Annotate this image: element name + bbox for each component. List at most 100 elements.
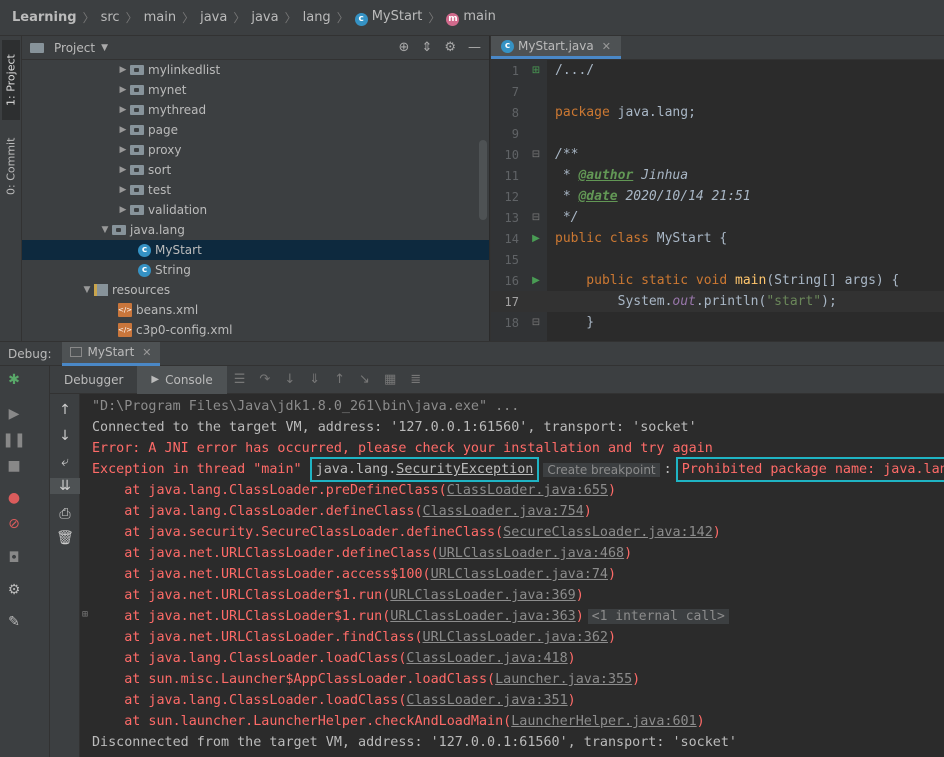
source-link[interactable]: ClassLoader.java:655 xyxy=(447,483,608,498)
run-to-cursor-icon[interactable]: ↘ xyxy=(359,372,370,387)
trace-text: at java.lang.ClassLoader.loadClass( xyxy=(92,651,407,666)
step-into-icon[interactable]: ↓ xyxy=(284,372,295,387)
breakpoints-icon[interactable]: ● xyxy=(0,490,28,506)
source-link[interactable]: ClassLoader.java:351 xyxy=(406,693,567,708)
gear-icon[interactable]: ⚙ xyxy=(0,582,28,598)
tree-item-proxy[interactable]: ▶ proxy xyxy=(22,140,489,160)
tree-item-mylinkedlist[interactable]: ▶ mylinkedlist xyxy=(22,60,489,80)
fold-icon[interactable]: ⊞ xyxy=(525,65,547,76)
source-link[interactable]: ClassLoader.java:754 xyxy=(423,504,584,519)
tree-item-c3p0-config-xml[interactable]: </> c3p0-config.xml xyxy=(22,320,489,340)
debug-tab-mystart[interactable]: MyStart ✕ xyxy=(61,341,160,366)
trash-icon[interactable]: 🗑 xyxy=(50,530,80,546)
scroll-to-end-icon[interactable]: ⇊ xyxy=(50,478,80,494)
source-link[interactable]: URLClassLoader.java:74 xyxy=(431,567,608,582)
chevron-right-icon[interactable]: ▶ xyxy=(116,205,130,215)
stop-icon[interactable]: ■ xyxy=(0,458,28,474)
mute-breakpoints-icon[interactable]: ⊘ xyxy=(0,516,28,532)
breadcrumb-java[interactable]: java xyxy=(200,10,227,25)
source-link[interactable]: ClassLoader.java:418 xyxy=(406,651,567,666)
arrow-up-icon[interactable]: ↑ xyxy=(50,402,80,418)
source-link[interactable]: Launcher.java:355 xyxy=(495,672,632,687)
fold-icon[interactable]: ⊟ xyxy=(525,149,547,160)
minimize-icon[interactable]: — xyxy=(468,40,481,55)
locate-icon[interactable]: ⊕ xyxy=(399,40,410,55)
step-over-icon[interactable]: ↷ xyxy=(259,372,270,387)
breadcrumb-src[interactable]: src xyxy=(101,10,120,25)
tab-console[interactable]: ▶ Console xyxy=(137,365,227,394)
evaluate-icon[interactable]: ▦ xyxy=(384,372,396,387)
exception-class-link[interactable]: SecurityException xyxy=(396,462,533,477)
project-tool-tab[interactable]: 1: Project xyxy=(2,40,20,120)
print-icon[interactable]: ⎙ xyxy=(50,506,80,522)
tree-item-label: resources xyxy=(112,283,171,297)
fold-icon[interactable]: ⊟ xyxy=(525,317,547,328)
chevron-right-icon: 〉 xyxy=(284,11,297,25)
chevron-right-icon[interactable]: ▶ xyxy=(116,105,130,115)
javadoc-tag: @date xyxy=(578,189,618,204)
chevron-right-icon[interactable]: ▶ xyxy=(116,65,130,75)
arrow-down-icon[interactable]: ↓ xyxy=(50,428,80,444)
dropdown-icon[interactable]: ▼ xyxy=(101,43,108,53)
tree-item-page[interactable]: ▶ page xyxy=(22,120,489,140)
expand-icon[interactable]: ⊞ xyxy=(82,609,88,620)
trace-icon[interactable]: ≣ xyxy=(410,372,421,387)
run-icon[interactable]: ▶ xyxy=(525,275,547,286)
bug-icon[interactable]: ✱ xyxy=(0,372,28,388)
breadcrumb-method[interactable]: m main xyxy=(446,9,496,26)
breadcrumb-class[interactable]: c MyStart xyxy=(354,9,422,26)
internal-call-folding[interactable]: <1 internal call> xyxy=(587,609,729,624)
chevron-right-icon[interactable]: ▶ xyxy=(116,85,130,95)
tab-mystart-java[interactable]: c MyStart.java ✕ xyxy=(491,36,621,59)
chevron-right-icon[interactable]: ▶ xyxy=(116,165,130,175)
commit-tool-tab[interactable]: 0: Commit xyxy=(2,128,20,204)
code-text: java.lang; xyxy=(609,105,696,120)
tree-item-test[interactable]: ▶ test xyxy=(22,180,489,200)
project-panel-title[interactable]: Project xyxy=(54,41,95,55)
tree-item-mystart[interactable]: c MyStart xyxy=(22,240,489,260)
force-step-into-icon[interactable]: ⇓ xyxy=(309,372,320,387)
source-link[interactable]: URLClassLoader.java:468 xyxy=(439,546,624,561)
source-link[interactable]: URLClassLoader.java:362 xyxy=(423,630,608,645)
soft-wrap-icon[interactable]: ⤶ xyxy=(50,454,80,470)
breadcrumb-main[interactable]: main xyxy=(144,10,176,25)
source-link[interactable]: LauncherHelper.java:601 xyxy=(511,714,696,729)
tree-item-beans-xml[interactable]: </> beans.xml xyxy=(22,300,489,320)
pin-icon[interactable]: ✎ xyxy=(0,614,28,630)
tree-item-validation[interactable]: ▶ validation xyxy=(22,200,489,220)
tree-item-label: String xyxy=(155,263,191,277)
tab-debugger[interactable]: Debugger xyxy=(50,366,137,394)
chevron-right-icon[interactable]: ▶ xyxy=(116,145,130,155)
breadcrumb-java-pkg[interactable]: java xyxy=(251,10,278,25)
step-out-icon[interactable]: ↑ xyxy=(334,372,345,387)
tree-item-mynet[interactable]: ▶ mynet xyxy=(22,80,489,100)
chevron-down-icon[interactable]: ▼ xyxy=(98,225,112,235)
tree-item-mythread[interactable]: ▶ mythread xyxy=(22,100,489,120)
tree-item-string[interactable]: c String xyxy=(22,260,489,280)
breadcrumb-project[interactable]: Learning xyxy=(12,10,77,25)
breadcrumb-lang[interactable]: lang xyxy=(303,10,331,25)
close-icon[interactable]: ✕ xyxy=(142,346,151,359)
create-breakpoint-button[interactable]: Create breakpoint xyxy=(543,462,660,477)
rerun-icon[interactable]: ▶ xyxy=(0,406,28,422)
camera-icon[interactable]: ◘ xyxy=(0,550,28,566)
fold-icon[interactable]: ⊟ xyxy=(525,212,547,223)
collapse-icon[interactable]: ⇕ xyxy=(421,40,432,55)
menu-icon[interactable]: ☰ xyxy=(234,372,246,387)
pause-icon[interactable]: ❚❚ xyxy=(0,432,28,448)
chevron-right-icon[interactable]: ▶ xyxy=(116,185,130,195)
chevron-right-icon[interactable]: ▶ xyxy=(116,125,130,135)
source-link[interactable]: URLClassLoader.java:363 xyxy=(390,609,575,624)
tree-item-java-lang[interactable]: ▼ java.lang xyxy=(22,220,489,240)
run-icon[interactable]: ▶ xyxy=(525,233,547,244)
folded-code[interactable]: /.../ xyxy=(547,63,594,78)
gear-icon[interactable]: ⚙ xyxy=(444,40,456,55)
tree-item-resources[interactable]: ▼ resources xyxy=(22,280,489,300)
chevron-down-icon[interactable]: ▼ xyxy=(80,285,94,295)
close-icon[interactable]: ✕ xyxy=(602,40,611,53)
tree-item-sort[interactable]: ▶ sort xyxy=(22,160,489,180)
tree-scrollbar[interactable] xyxy=(479,140,487,220)
source-link[interactable]: SecureClassLoader.java:142 xyxy=(503,525,713,540)
console-side-toolbar: ↑ ↓ ⤶ ⇊ ⎙ 🗑 xyxy=(50,394,80,757)
source-link[interactable]: URLClassLoader.java:369 xyxy=(390,588,575,603)
